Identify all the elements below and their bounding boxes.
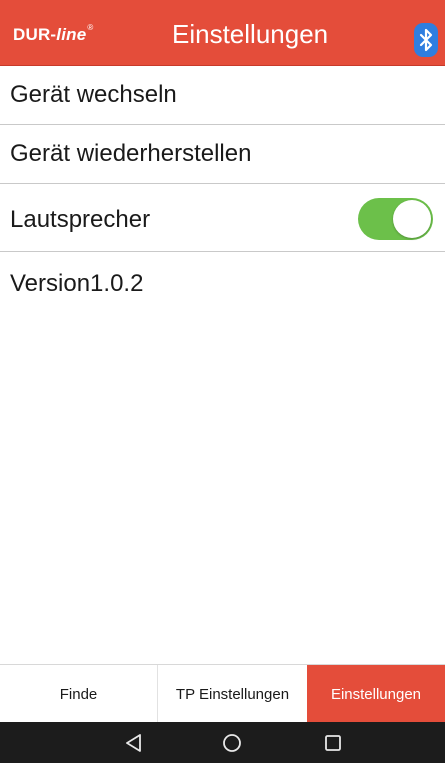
tab-einstellungen[interactable]: Einstellungen: [307, 665, 445, 723]
settings-screen: DUR-line® Einstellungen Gerät wechseln G…: [0, 0, 445, 763]
back-button[interactable]: [121, 730, 147, 756]
tab-tp-einstellungen[interactable]: TP Einstellungen: [157, 665, 307, 723]
speaker-toggle[interactable]: [358, 198, 433, 240]
tab-finde[interactable]: Finde: [0, 665, 157, 723]
home-button[interactable]: [219, 730, 245, 756]
bottom-tab-bar: Finde TP Einstellungen Einstellungen: [0, 664, 445, 723]
home-circle-icon: [223, 734, 241, 752]
logo-main-text: DUR-: [13, 25, 57, 44]
change-device-label: Gerät wechseln: [10, 81, 177, 108]
speaker-label: Lautsprecher: [10, 206, 151, 233]
bluetooth-button[interactable]: [414, 23, 438, 57]
logo-italic-text: line: [56, 25, 87, 44]
restore-device-row[interactable]: Gerät wiederherstellen: [0, 126, 445, 184]
recent-apps-square-icon: [325, 735, 341, 751]
recent-apps-button[interactable]: [320, 730, 346, 756]
android-nav-bar: [0, 722, 445, 763]
back-triangle-icon: [126, 734, 141, 752]
logo-registered-mark: ®: [87, 23, 94, 32]
app-header: DUR-line® Einstellungen: [0, 0, 445, 66]
toggle-knob: [393, 200, 431, 238]
change-device-row[interactable]: Gerät wechseln: [0, 67, 445, 125]
bluetooth-icon: [419, 28, 433, 52]
version-text: Version1.0.2: [10, 270, 144, 297]
brand-logo: DUR-line®: [13, 23, 94, 45]
restore-device-label: Gerät wiederherstellen: [10, 140, 252, 167]
page-title: Einstellungen: [172, 19, 329, 49]
